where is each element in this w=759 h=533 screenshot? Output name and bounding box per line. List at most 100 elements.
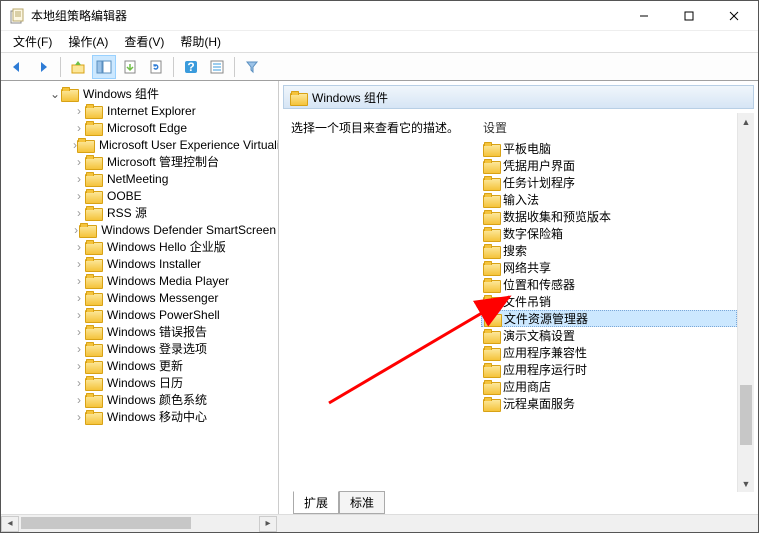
- forward-button[interactable]: [31, 55, 55, 79]
- expand-icon[interactable]: ›: [73, 122, 85, 134]
- expand-icon[interactable]: ›: [73, 292, 85, 304]
- tree-node-label[interactable]: OOBE: [105, 189, 144, 203]
- tree-node-label[interactable]: Windows Messenger: [105, 291, 220, 305]
- tree-node-label[interactable]: Windows PowerShell: [105, 308, 222, 322]
- list-item[interactable]: 凭据用户界面: [481, 157, 737, 174]
- tree-node[interactable]: ›Microsoft User Experience Virtualizatio…: [1, 136, 278, 153]
- scroll-thumb[interactable]: [21, 517, 191, 529]
- expand-icon[interactable]: ›: [73, 309, 85, 321]
- tree-node-label[interactable]: Windows Hello 企业版: [105, 238, 228, 255]
- tree-root-node[interactable]: ⌄ Windows 组件: [1, 85, 278, 102]
- expand-icon[interactable]: ›: [73, 105, 85, 117]
- tree-node[interactable]: › Windows 移动中心: [1, 408, 278, 425]
- list-item[interactable]: 应用商店: [481, 378, 737, 395]
- settings-column-header[interactable]: 设置: [481, 117, 737, 140]
- tree-node-label[interactable]: Windows Media Player: [105, 274, 231, 288]
- list-item[interactable]: 输入法: [481, 191, 737, 208]
- list-item[interactable]: 演示文稿设置: [481, 327, 737, 344]
- tree-node-label[interactable]: NetMeeting: [105, 172, 170, 186]
- list-item[interactable]: 网络共享: [481, 259, 737, 276]
- tree-node[interactable]: ›Internet Explorer: [1, 102, 278, 119]
- expand-icon[interactable]: ›: [73, 394, 85, 406]
- list-item[interactable]: 位置和传感器: [481, 276, 737, 293]
- expand-icon[interactable]: ›: [73, 360, 85, 372]
- tree-node[interactable]: ›Windows Defender SmartScreen: [1, 221, 278, 238]
- tree-node[interactable]: › Windows Media Player: [1, 272, 278, 289]
- expand-icon[interactable]: ›: [73, 190, 85, 202]
- expand-icon[interactable]: ›: [73, 377, 85, 389]
- tree-node-label[interactable]: Windows 组件: [81, 85, 161, 102]
- tree-node[interactable]: › Windows 登录选项: [1, 340, 278, 357]
- scroll-track[interactable]: [738, 130, 754, 385]
- expand-icon[interactable]: ›: [73, 411, 85, 423]
- show-hide-tree-button[interactable]: [92, 55, 116, 79]
- tree-node-label[interactable]: Windows 更新: [105, 357, 185, 374]
- tree-node-label[interactable]: Windows 错误报告: [105, 323, 209, 340]
- filter-button[interactable]: [240, 55, 264, 79]
- expand-icon[interactable]: ›: [73, 326, 85, 338]
- vertical-scrollbar[interactable]: ▲ ▼: [737, 113, 754, 492]
- scroll-up-button[interactable]: ▲: [738, 113, 754, 130]
- list-item[interactable]: 搜索: [481, 242, 737, 259]
- expand-icon[interactable]: ›: [73, 258, 85, 270]
- menu-help[interactable]: 帮助(H): [172, 31, 229, 52]
- tree-node[interactable]: › OOBE: [1, 187, 278, 204]
- refresh-button[interactable]: [144, 55, 168, 79]
- list-item[interactable]: 数据收集和预览版本: [481, 208, 737, 225]
- menu-view[interactable]: 查看(V): [116, 31, 172, 52]
- scroll-track[interactable]: [19, 516, 259, 532]
- tab-standard[interactable]: 标准: [339, 491, 385, 514]
- close-button[interactable]: [711, 1, 756, 30]
- expand-icon[interactable]: ›: [73, 241, 85, 253]
- tree-node-label[interactable]: Windows Defender SmartScreen: [99, 223, 278, 237]
- tree-node-label[interactable]: Windows 日历: [105, 374, 185, 391]
- tree-node-label[interactable]: RSS 源: [105, 204, 149, 221]
- tree-node[interactable]: › Windows 更新: [1, 357, 278, 374]
- list-item[interactable]: 数字保险箱: [481, 225, 737, 242]
- tree-node[interactable]: › NetMeeting: [1, 170, 278, 187]
- collapse-icon[interactable]: ⌄: [49, 88, 61, 100]
- tree-node[interactable]: › Windows 错误报告: [1, 323, 278, 340]
- list-item[interactable]: 沅程桌面服务: [481, 395, 737, 412]
- menu-action[interactable]: 操作(A): [60, 31, 116, 52]
- scroll-down-button[interactable]: ▼: [738, 475, 754, 492]
- scroll-track[interactable]: [738, 445, 754, 475]
- tree-node[interactable]: › Microsoft Edge: [1, 119, 278, 136]
- tree-node[interactable]: › Windows PowerShell: [1, 306, 278, 323]
- tree-node[interactable]: › Windows Hello 企业版: [1, 238, 278, 255]
- scroll-thumb[interactable]: [740, 385, 752, 445]
- tree-node[interactable]: › Windows 颜色系统: [1, 391, 278, 408]
- properties-button[interactable]: [205, 55, 229, 79]
- tree-node-label[interactable]: Microsoft 管理控制台: [105, 153, 221, 170]
- tree-node-label[interactable]: Windows 颜色系统: [105, 391, 209, 408]
- tab-extend[interactable]: 扩展: [293, 491, 339, 514]
- tree-node[interactable]: ›Microsoft 管理控制台: [1, 153, 278, 170]
- horizontal-scrollbar[interactable]: ◂ ▸: [1, 514, 758, 532]
- tree-node-label[interactable]: Windows 登录选项: [105, 340, 209, 357]
- export-button[interactable]: [118, 55, 142, 79]
- minimize-button[interactable]: [621, 1, 666, 30]
- menu-file[interactable]: 文件(F): [5, 31, 60, 52]
- back-button[interactable]: [5, 55, 29, 79]
- list-item[interactable]: 应用程序运行时: [481, 361, 737, 378]
- list-item[interactable]: 应用程序兼容性: [481, 344, 737, 361]
- tree-node-label[interactable]: Windows Installer: [105, 257, 203, 271]
- expand-icon[interactable]: ›: [73, 343, 85, 355]
- help-button[interactable]: ?: [179, 55, 203, 79]
- tree-node[interactable]: › Windows 日历: [1, 374, 278, 391]
- up-button[interactable]: [66, 55, 90, 79]
- expand-icon[interactable]: ›: [73, 207, 85, 219]
- list-item[interactable]: 文件吊销: [481, 293, 737, 310]
- list-item[interactable]: 文件资源管理器: [481, 310, 737, 327]
- list-item[interactable]: 任务计划程序: [481, 174, 737, 191]
- tree[interactable]: ⌄ Windows 组件 ›Internet Explorer›Microsof…: [1, 81, 278, 514]
- tree-node-label[interactable]: Windows 移动中心: [105, 408, 209, 425]
- tree-node[interactable]: › Windows Messenger: [1, 289, 278, 306]
- settings-list[interactable]: 平板电脑凭据用户界面任务计划程序输入法数据收集和预览版本数字保险箱搜索网络共享位…: [481, 140, 737, 412]
- expand-icon[interactable]: ›: [73, 275, 85, 287]
- expand-icon[interactable]: ›: [73, 173, 85, 185]
- tree-node-label[interactable]: Microsoft Edge: [105, 121, 189, 135]
- tree-node[interactable]: › RSS 源: [1, 204, 278, 221]
- tree-node[interactable]: › Windows Installer: [1, 255, 278, 272]
- maximize-button[interactable]: [666, 1, 711, 30]
